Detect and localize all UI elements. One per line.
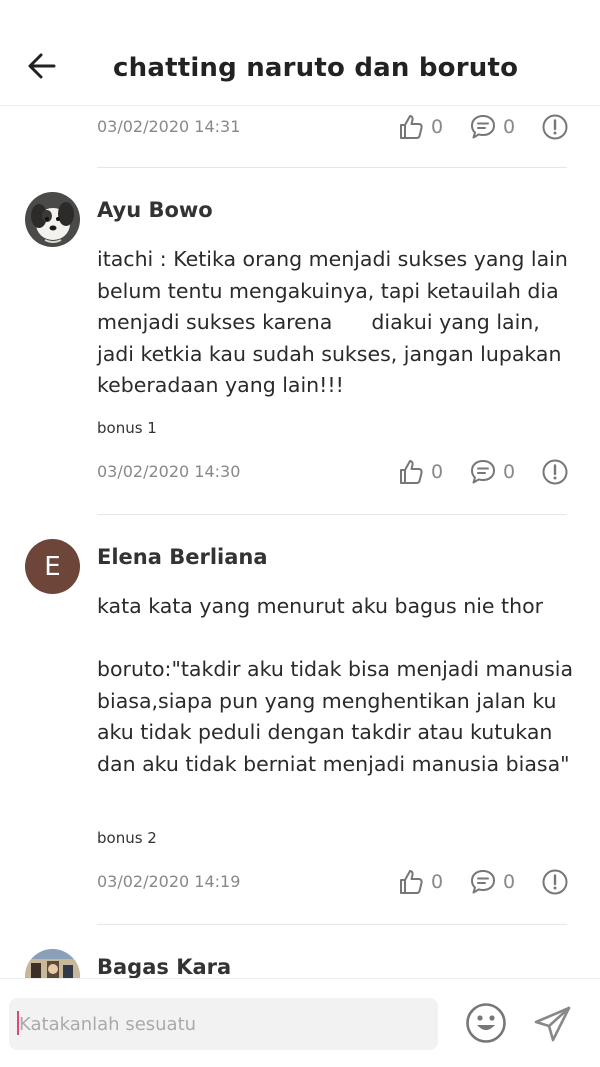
like-button[interactable]: 0 [397,109,443,145]
send-button[interactable] [533,1004,573,1044]
report-button[interactable] [541,454,569,490]
emoji-button[interactable] [465,1002,507,1044]
reply-button[interactable]: 0 [469,454,515,490]
exclamation-circle-icon [542,114,568,140]
bonus-label[interactable]: bonus 2 [97,829,157,847]
reply-button[interactable]: 0 [469,864,515,900]
exclamation-circle-icon [542,869,568,895]
like-button[interactable]: 0 [397,454,443,490]
comment-text: kata kata yang menurut aku bagus nie tho… [97,594,574,776]
reply-count: 0 [503,871,516,893]
dog-avatar-icon [25,192,80,247]
avatar[interactable]: E [25,539,80,594]
comment-text: itachi : Ketika orang menjadi sukses yan… [97,247,575,397]
comment-bubble-icon [471,460,495,484]
comment-date: 03/02/2020 14:31 [97,117,241,136]
bonus-label[interactable]: bonus 1 [97,419,157,437]
reply-button[interactable]: 0 [469,109,515,145]
comment-divider [97,924,567,925]
thumbs-up-icon [400,870,423,894]
like-count: 0 [431,461,444,483]
like-count: 0 [431,116,444,138]
smiley-icon [466,1003,506,1043]
comment-date: 03/02/2020 14:30 [97,462,241,481]
comment-meta-row: 03/02/2020 14:31 0 0 [97,109,569,145]
avatar-letter: E [44,551,61,582]
comment-feed[interactable]: 03/02/2020 14:31 0 0 Ayu Bowo itachi: K… [0,106,600,978]
thumbs-up-icon [400,115,423,139]
exclamation-circle-icon [542,459,568,485]
avatar[interactable] [25,192,80,247]
page-title: chatting naruto dan boruto [113,53,519,83]
comment-meta-row: 03/02/2020 14:19 0 0 [97,864,569,900]
comment-meta-row: 03/02/2020 14:30 0 0 [97,454,569,490]
report-button[interactable] [541,864,569,900]
comment-bubble-icon [471,115,495,139]
commenter-name[interactable]: Ayu Bowo [97,198,213,222]
send-icon [534,1006,571,1042]
comment-divider [97,167,567,168]
like-button[interactable]: 0 [397,864,443,900]
anime-avatar-icon [25,949,80,978]
report-button[interactable] [541,109,569,145]
message-input-box[interactable] [9,998,438,1050]
comment-date: 03/02/2020 14:19 [97,872,241,891]
reply-count: 0 [503,116,516,138]
like-count: 0 [431,871,444,893]
comment-divider [97,514,567,515]
commenter-name[interactable]: Elena Berliana [97,545,268,569]
message-composer [0,978,600,1067]
commenter-name[interactable]: Bagas Kara [97,955,231,978]
thumbs-up-icon [400,460,423,484]
reply-count: 0 [503,461,516,483]
message-input[interactable] [19,998,429,1050]
comment-bubble-icon [471,870,495,894]
arrow-left-icon [28,53,56,79]
back-button[interactable] [24,48,60,84]
avatar[interactable] [25,949,80,978]
app-header: chatting naruto dan boruto [0,0,600,106]
